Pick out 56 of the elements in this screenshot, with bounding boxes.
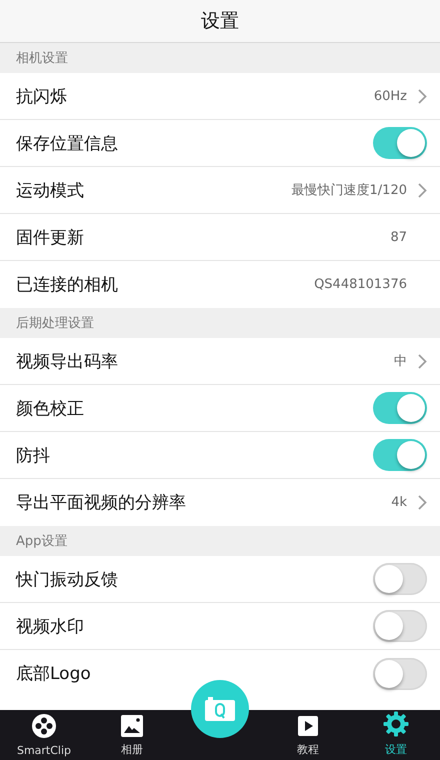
row-value: 最慢快门速度1/120: [292, 182, 407, 199]
settings-row[interactable]: 导出平面视频的分辨率 4k: [0, 479, 440, 526]
row-label: 颜色校正: [16, 398, 85, 420]
row-label: 防抖: [16, 444, 51, 466]
row-label: 保存位置信息: [16, 132, 119, 154]
row-label: 视频导出码率: [16, 350, 119, 372]
chevron-icon: [418, 182, 427, 198]
row-label: 快门振动反馈: [16, 568, 119, 590]
section-header: 相机设置: [0, 43, 440, 73]
chevron-icon: [418, 88, 427, 104]
row-value: 87: [390, 230, 407, 244]
tab-label: 教程: [297, 742, 319, 757]
chevron-icon: [418, 354, 427, 368]
section-header: 后期处理设置: [0, 308, 440, 338]
toggle-switch[interactable]: [373, 610, 427, 642]
row-label: 视频水印: [16, 616, 85, 638]
settings-row[interactable]: 抗闪烁 60Hz: [0, 73, 440, 120]
settings-row[interactable]: 颜色校正: [0, 385, 440, 432]
row-label: 导出平面视频的分辨率: [16, 492, 187, 514]
chevron-icon: [418, 495, 427, 510]
settings-row[interactable]: 快门振动反馈: [0, 556, 440, 603]
tab-item[interactable]: 相册: [88, 710, 176, 760]
film-reel-icon: [31, 713, 57, 739]
settings-row[interactable]: 已连接的相机 QS448101376: [0, 261, 440, 308]
row-label: 固件更新: [16, 226, 85, 248]
toggle-switch[interactable]: [373, 392, 427, 424]
row-label: 底部Logo: [16, 663, 92, 685]
row-label: 运动模式: [16, 180, 85, 202]
settings-row[interactable]: 视频水印: [0, 603, 440, 650]
screen-title: 设置: [201, 9, 239, 34]
settings-row[interactable]: 保存位置信息: [0, 120, 440, 167]
settings-row[interactable]: 防抖: [0, 432, 440, 479]
tab-item[interactable]: 设置: [352, 710, 440, 760]
row-value: 60Hz: [374, 88, 407, 104]
toggle-switch[interactable]: [373, 127, 427, 159]
settings-row[interactable]: 运动模式 最慢快门速度1/120: [0, 167, 440, 214]
settings-row[interactable]: 固件更新 87: [0, 214, 440, 261]
settings-row[interactable]: 视频导出码率 中: [0, 338, 440, 385]
settings-row[interactable]: 底部Logo: [0, 650, 440, 697]
row-label: 抗闪烁: [16, 86, 68, 108]
tab-item[interactable]: 教程: [264, 710, 352, 760]
tab-label: 相册: [121, 742, 143, 757]
toggle-switch[interactable]: [373, 563, 427, 595]
toggle-switch[interactable]: [373, 439, 427, 471]
row-value: 4k: [391, 495, 407, 510]
toggle-switch[interactable]: [373, 658, 427, 690]
row-label: 已连接的相机: [16, 274, 119, 296]
row-value: QS448101376: [314, 277, 407, 292]
tab-label: 设置: [385, 742, 407, 757]
tab-label: SmartClip: [16, 744, 72, 757]
play-icon: [297, 715, 319, 737]
camera-icon: [205, 697, 235, 721]
row-value: 中: [394, 353, 407, 370]
section-header: App设置: [0, 526, 440, 556]
picture-icon: [121, 715, 143, 737]
tab-item[interactable]: SmartClip: [0, 710, 88, 760]
